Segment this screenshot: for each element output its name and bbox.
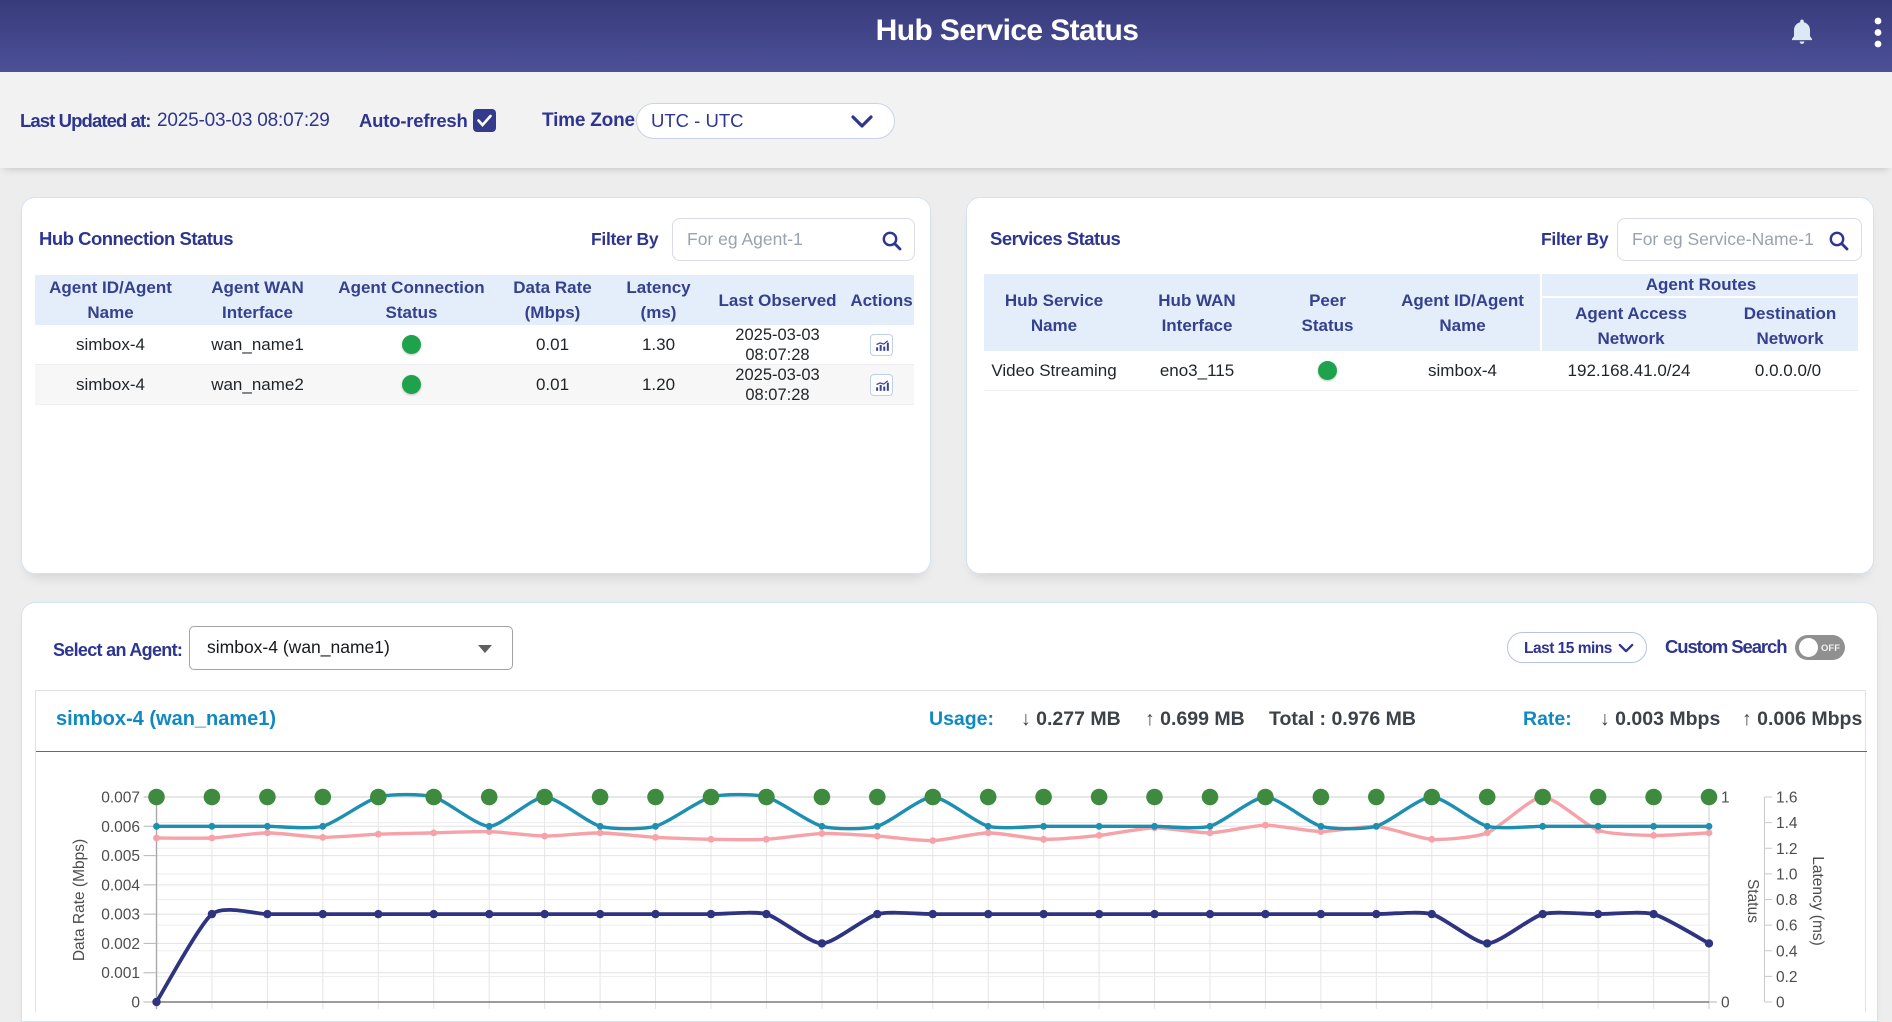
svg-text:0.005: 0.005 [101,848,140,865]
svg-text:0.004: 0.004 [101,877,140,894]
svg-text:1.6: 1.6 [1776,790,1798,807]
svg-text:0.6: 0.6 [1776,918,1798,935]
svg-text:0.002: 0.002 [101,936,140,953]
svg-text:0.006: 0.006 [101,819,140,836]
svg-text:0.2: 0.2 [1776,969,1798,986]
svg-text:0.4: 0.4 [1776,943,1798,960]
svg-text:1.4: 1.4 [1776,815,1798,832]
svg-text:0.8: 0.8 [1776,892,1798,909]
svg-text:1: 1 [1721,790,1730,807]
svg-text:1.2: 1.2 [1776,841,1798,858]
svg-text:0.001: 0.001 [101,965,140,982]
svg-text:0.007: 0.007 [101,790,140,807]
svg-text:0: 0 [131,995,140,1012]
svg-text:Data Rate (Mbps): Data Rate (Mbps) [71,839,88,961]
svg-text:0: 0 [1721,995,1730,1012]
svg-text:0: 0 [1776,995,1785,1012]
svg-text:Latency (ms): Latency (ms) [1809,856,1826,946]
svg-text:1.0: 1.0 [1776,866,1798,883]
svg-text:Status: Status [1744,879,1761,923]
svg-text:0.003: 0.003 [101,907,140,924]
